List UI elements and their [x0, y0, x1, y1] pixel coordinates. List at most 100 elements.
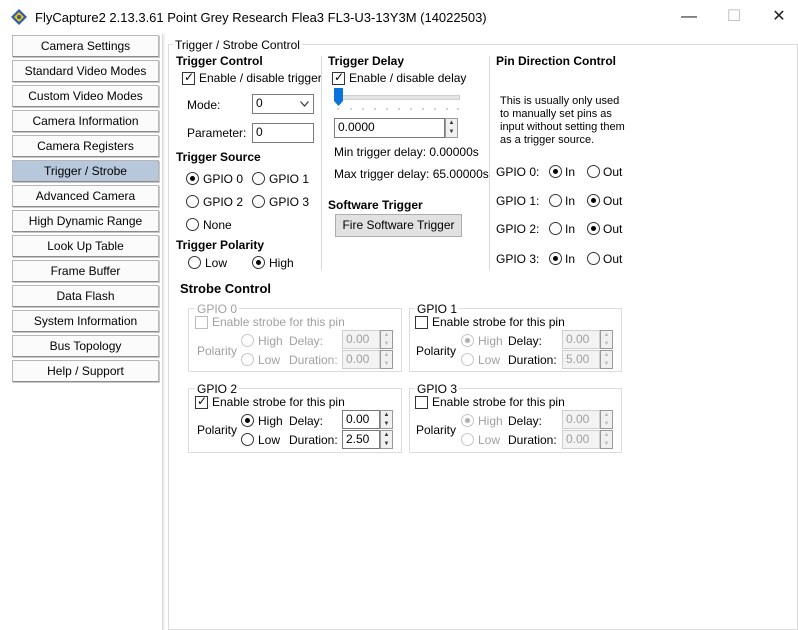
strobe-gpio3-delay-input[interactable]: 0.00 — [562, 410, 600, 429]
strobe-gpio2-delay-spinner[interactable]: ▲ ▼ — [380, 410, 393, 429]
strobe-gpio2-enable-checkbox[interactable] — [195, 394, 208, 409]
sidebar-item-custom-video-modes[interactable]: Custom Video Modes — [12, 85, 159, 107]
enable-delay-checkbox[interactable] — [332, 70, 345, 85]
enable-trigger-checkbox[interactable] — [182, 70, 195, 85]
strobe-gpio0-high-radio[interactable] — [241, 334, 254, 347]
pin-gpio3-out-label: Out — [603, 252, 623, 266]
trigger-polarity-low-radio[interactable] — [188, 256, 201, 269]
strobe-gpio3-enable-checkbox[interactable] — [415, 396, 428, 409]
strobe-gpio3-high-radio[interactable] — [461, 414, 474, 427]
pin-gpio0-out-radio[interactable] — [587, 165, 600, 178]
spin-up-icon: ▲ — [603, 412, 610, 418]
delay-spinner[interactable]: ▲ ▼ — [445, 118, 458, 138]
sidebar-item-high-dynamic-range[interactable]: High Dynamic Range — [12, 210, 159, 232]
spin-down-icon: ▼ — [603, 360, 610, 367]
pin-gpio2-in-radio[interactable] — [549, 222, 562, 235]
spin-up-icon: ▲ — [448, 120, 455, 126]
strobe-gpio1-enable-checkbox[interactable] — [415, 316, 428, 329]
strobe-gpio1-high-radio[interactable] — [461, 334, 474, 347]
close-button[interactable]: ✕ — [764, 6, 794, 28]
strobe-gpio1-title: GPIO 1 — [415, 302, 460, 316]
strobe-gpio3-duration-input[interactable]: 0.00 — [562, 430, 600, 449]
strobe-gpio1-delay-input[interactable]: 0.00 — [562, 330, 600, 349]
sidebar-item-data-flash[interactable]: Data Flash — [12, 285, 159, 307]
strobe-gpio3-duration-spinner[interactable]: ▲ ▼ — [600, 430, 613, 449]
delay-slider[interactable] — [332, 88, 462, 110]
strobe-gpio0-delay-label: Delay: — [289, 334, 324, 348]
sidebar-item-trigger-strobe[interactable]: Trigger / Strobe — [12, 160, 159, 182]
pin-gpio1-in-label: In — [565, 194, 576, 208]
fire-software-trigger-button[interactable]: Fire Software Trigger — [335, 214, 462, 237]
pin-gpio2-label: GPIO 2: — [496, 222, 540, 236]
parameter-input[interactable]: 0 — [252, 123, 314, 143]
trigger-source-heading: Trigger Source — [176, 150, 261, 164]
trigger-source-gpio1-radio[interactable] — [252, 172, 265, 185]
sidebar-item-look-up-table[interactable]: Look Up Table — [12, 235, 159, 257]
sidebar-item-frame-buffer[interactable]: Frame Buffer — [12, 260, 159, 282]
trigger-polarity-heading: Trigger Polarity — [176, 238, 265, 252]
trigger-source-gpio0-radio[interactable] — [186, 172, 199, 185]
pin-gpio1-out-radio[interactable] — [587, 194, 600, 207]
pin-gpio1-in-radio[interactable] — [549, 194, 562, 207]
mode-dropdown[interactable]: 0 — [252, 94, 314, 114]
delay-value-input[interactable]: 0.0000 — [334, 118, 445, 138]
sidebar-item-system-information[interactable]: System Information — [12, 310, 159, 332]
sidebar-item-help-support[interactable]: Help / Support — [12, 360, 159, 382]
strobe-gpio0-polarity-label: Polarity — [197, 344, 238, 358]
sidebar-item-standard-video-modes[interactable]: Standard Video Modes — [12, 60, 159, 82]
strobe-gpio3-delay-spinner[interactable]: ▲ ▼ — [600, 410, 613, 429]
pin-direction-note: This is usually only used to manually se… — [500, 95, 625, 146]
strobe-gpio2-low-radio[interactable] — [241, 433, 254, 446]
maximize-button[interactable]: ☐ — [719, 6, 749, 28]
sidebar-item-camera-settings[interactable]: Camera Settings — [12, 35, 159, 57]
pin-gpio3-out-radio[interactable] — [587, 252, 600, 265]
sidebar-item-advanced-camera-settings[interactable]: Advanced Camera Settings — [12, 185, 159, 223]
strobe-gpio2-duration-input[interactable]: 2.50 — [342, 430, 380, 449]
pin-gpio0-in-radio[interactable] — [549, 165, 562, 178]
sidebar-item-bus-topology[interactable]: Bus Topology — [12, 335, 159, 357]
strobe-gpio0-enable-label: Enable strobe for this pin — [212, 315, 345, 329]
strobe-gpio0-delay-spinner[interactable]: ▲ ▼ — [380, 330, 393, 349]
pin-gpio2-out-radio[interactable] — [587, 222, 600, 235]
minimize-button[interactable]: — — [674, 6, 704, 28]
trigger-polarity-high-label: High — [269, 256, 294, 270]
pin-gpio2-in-label: In — [565, 222, 576, 236]
pin-gpio0-label: GPIO 0: — [496, 165, 540, 179]
strobe-gpio1-delay-label: Delay: — [508, 334, 543, 348]
pin-gpio3-in-radio[interactable] — [549, 252, 562, 265]
strobe-gpio2-high-radio[interactable] — [241, 414, 254, 427]
strobe-gpio1-polarity-label: Polarity — [416, 344, 457, 358]
strobe-gpio1-low-label: Low — [478, 353, 501, 367]
trigger-source-none-radio[interactable] — [186, 218, 199, 231]
strobe-gpio0-low-radio[interactable] — [241, 353, 254, 366]
strobe-gpio1-delay-spinner[interactable]: ▲ ▼ — [600, 330, 613, 349]
sidebar-item-camera-registers[interactable]: Camera Registers — [12, 135, 159, 157]
strobe-gpio3-polarity-label: Polarity — [416, 423, 457, 437]
max-delay-text: Max trigger delay: 65.00000s — [334, 167, 489, 181]
strobe-gpio3-low-radio[interactable] — [461, 433, 474, 446]
strobe-gpio2-high-label: High — [258, 414, 283, 428]
strobe-gpio3-duration-label: Duration: — [508, 433, 557, 447]
strobe-gpio1-duration-spinner[interactable]: ▲ ▼ — [600, 350, 613, 369]
strobe-gpio0-delay-input[interactable]: 0.00 — [342, 330, 380, 349]
strobe-gpio0-enable-checkbox[interactable] — [195, 316, 208, 329]
trigger-polarity-high-radio[interactable] — [252, 256, 265, 269]
window-title: FlyCapture2 2.13.3.61 Point Grey Researc… — [35, 10, 487, 25]
spin-up-icon: ▲ — [383, 332, 390, 338]
strobe-gpio0-duration-input[interactable]: 0.00 — [342, 350, 380, 369]
strobe-gpio2-duration-spinner[interactable]: ▲ ▼ — [380, 430, 393, 449]
strobe-gpio1-low-radio[interactable] — [461, 353, 474, 366]
trigger-source-gpio3-radio[interactable] — [252, 195, 265, 208]
pin-gpio0-out-label: Out — [603, 165, 623, 179]
strobe-gpio2-delay-input[interactable]: 0.00 — [342, 410, 380, 429]
strobe-gpio1-duration-label: Duration: — [508, 353, 557, 367]
strobe-gpio1-duration-input[interactable]: 5.00 — [562, 350, 600, 369]
trigger-polarity-low-label: Low — [205, 256, 228, 270]
strobe-gpio3-enable-label: Enable strobe for this pin — [432, 395, 565, 409]
strobe-gpio0-duration-spinner[interactable]: ▲ ▼ — [380, 350, 393, 369]
title-bar: FlyCapture2 2.13.3.61 Point Grey Researc… — [0, 0, 798, 34]
software-trigger-heading: Software Trigger — [328, 198, 423, 212]
spin-up-icon: ▲ — [383, 352, 390, 358]
sidebar-item-camera-information[interactable]: Camera Information — [12, 110, 159, 132]
trigger-source-gpio2-radio[interactable] — [186, 195, 199, 208]
